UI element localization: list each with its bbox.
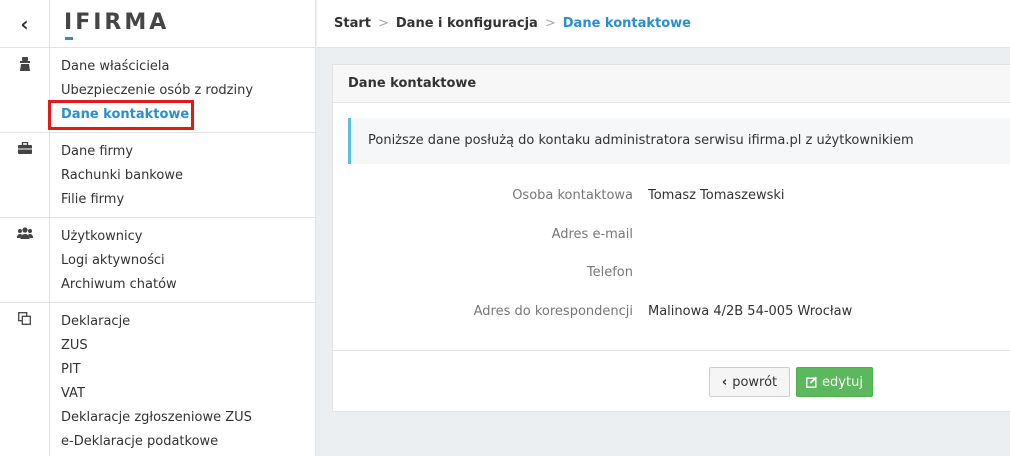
sidebar-item-pit[interactable]: PIT xyxy=(61,358,315,382)
sidebar-group-users: Użytkownicy Logi aktywności Archiwum cha… xyxy=(0,218,315,303)
chevron-left-icon: ‹ xyxy=(20,12,29,36)
field-value: Malinowa 4/2B 54-005 Wrocław xyxy=(648,304,853,319)
sidebar-group-owner: Dane właściciela Ubezpieczenie osób z ro… xyxy=(0,48,315,133)
owner-icon xyxy=(19,57,30,71)
breadcrumb-current: Dane kontaktowe xyxy=(562,16,691,31)
contact-panel: Dane kontaktowe Poniższe dane posłużą do… xyxy=(332,64,1010,412)
sidebar-item-rachunki-bankowe[interactable]: Rachunki bankowe xyxy=(61,164,315,188)
edit-icon xyxy=(806,376,818,388)
divider xyxy=(333,350,1010,351)
copy-icon xyxy=(18,312,31,325)
sidebar-group-declarations: Deklaracje ZUS PIT VAT Deklaracje zgłosz… xyxy=(0,303,315,456)
sidebar-item-e-deklaracje[interactable]: e-Deklaracje podatkowe xyxy=(61,430,315,454)
field-row-address: Adres do korespondencji Malinowa 4/2B 54… xyxy=(333,302,1010,322)
collapse-sidebar-button[interactable]: ‹ xyxy=(0,0,50,48)
ifirma-logo[interactable]: I FIRMA xyxy=(64,10,169,40)
breadcrumb: Start > Dane i konfiguracja > Dane konta… xyxy=(317,0,1010,48)
sidebar-header: ‹ I FIRMA xyxy=(0,0,315,48)
field-row-phone: Telefon xyxy=(333,263,1010,283)
sidebar-item-archiwum-chatow[interactable]: Archiwum chatów xyxy=(61,273,315,297)
field-label: Telefon xyxy=(586,265,633,280)
field-label: Adres e-mail xyxy=(551,227,633,242)
info-message: Poniższe dane posłużą do kontaku adminis… xyxy=(348,118,1010,164)
field-row-contact-person: Osoba kontaktowa Tomasz Tomaszewski xyxy=(333,186,1010,206)
sidebar-item-vat[interactable]: VAT xyxy=(61,382,315,406)
breadcrumb-start[interactable]: Start xyxy=(334,16,371,31)
breadcrumb-separator: > xyxy=(544,16,556,31)
field-value: Tomasz Tomaszewski xyxy=(648,188,785,203)
sidebar-item-uzytkownicy[interactable]: Użytkownicy xyxy=(61,225,315,249)
breadcrumb-separator: > xyxy=(377,16,389,31)
sidebar-item-deklaracje[interactable]: Deklaracje xyxy=(61,310,315,334)
briefcase-icon xyxy=(17,142,32,154)
sidebar-item-dane-wlasciciela[interactable]: Dane właściciela xyxy=(61,55,315,79)
panel-title: Dane kontaktowe xyxy=(333,65,1010,103)
sidebar-item-zus[interactable]: ZUS xyxy=(61,334,315,358)
sidebar-item-dane-firmy[interactable]: Dane firmy xyxy=(61,140,315,164)
sidebar-item-filie-firmy[interactable]: Filie firmy xyxy=(61,188,315,212)
back-button[interactable]: ‹ powrót xyxy=(709,367,790,397)
breadcrumb-dane-i-konfiguracja[interactable]: Dane i konfiguracja xyxy=(396,16,538,31)
sidebar-item-deklaracje-zgloszeniowe-zus[interactable]: Deklaracje zgłoszeniowe ZUS xyxy=(61,406,315,430)
chevron-left-icon: ‹ xyxy=(721,374,728,390)
sidebar: ‹ I FIRMA Dane właściciela Ubezpieczenie … xyxy=(0,0,316,456)
sidebar-item-ubezpieczenie[interactable]: Ubezpieczenie osób z rodziny xyxy=(61,79,315,103)
field-row-email: Adres e-mail xyxy=(333,225,1010,245)
sidebar-group-company: Dane firmy Rachunki bankowe Filie firmy xyxy=(0,133,315,218)
users-icon xyxy=(16,227,33,239)
sidebar-item-logi-aktywnosci[interactable]: Logi aktywności xyxy=(61,249,315,273)
sidebar-item-dane-kontaktowe[interactable]: Dane kontaktowe xyxy=(48,100,315,130)
edit-button[interactable]: edytuj xyxy=(796,367,873,397)
field-label: Osoba kontaktowa xyxy=(512,188,633,203)
field-label: Adres do korespondencji xyxy=(473,304,633,319)
